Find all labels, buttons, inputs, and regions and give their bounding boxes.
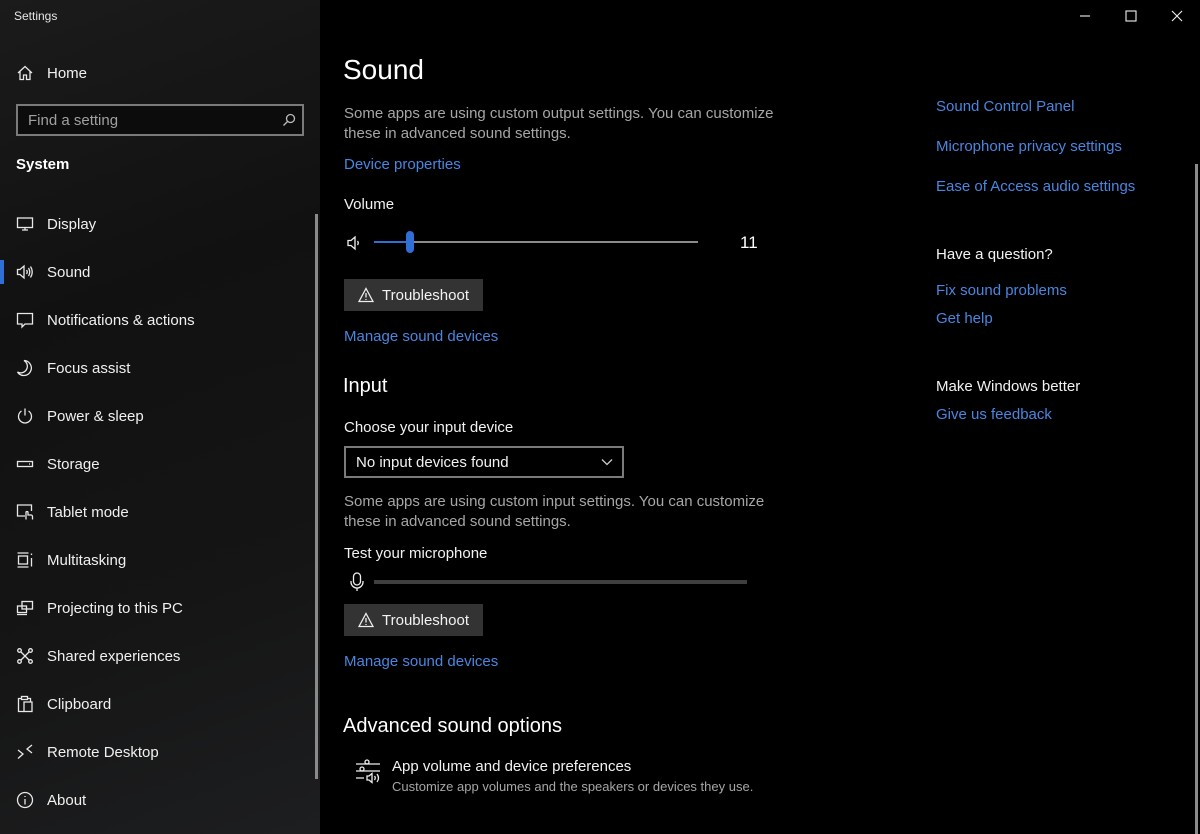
- maximize-icon: [1125, 10, 1137, 22]
- sidebar-item-shared-experiences[interactable]: Shared experiences: [0, 636, 310, 676]
- volume-value: 11: [740, 233, 758, 252]
- storage-icon: [16, 455, 34, 473]
- volume-icon[interactable]: [346, 234, 364, 252]
- output-description: Some apps are using custom output settin…: [344, 105, 774, 142]
- search-box[interactable]: [16, 104, 304, 136]
- close-button[interactable]: [1154, 0, 1200, 32]
- sidebar-item-multitasking[interactable]: Multitasking: [0, 540, 310, 580]
- sidebar-item-projecting[interactable]: Projecting to this PC: [0, 588, 310, 628]
- ease-of-access-audio-link[interactable]: Ease of Access audio settings: [936, 178, 1135, 195]
- sidebar-item-label: About: [47, 791, 87, 809]
- sidebar-item-label: Power & sleep: [47, 407, 144, 425]
- manage-output-devices-link[interactable]: Manage sound devices: [344, 328, 498, 345]
- volume-label: Volume: [344, 196, 395, 213]
- app-volume-title: App volume and device preferences: [392, 758, 632, 775]
- close-icon: [1171, 10, 1183, 22]
- display-icon: [16, 215, 34, 233]
- sidebar-item-label: Remote Desktop: [47, 743, 159, 761]
- warning-icon: [357, 612, 375, 628]
- page-title: Sound: [343, 54, 424, 85]
- test-microphone-label: Test your microphone: [344, 545, 488, 562]
- sidebar-home[interactable]: Home: [0, 56, 310, 90]
- device-properties-link[interactable]: Device properties: [344, 156, 461, 173]
- sidebar-item-clipboard[interactable]: Clipboard: [0, 684, 310, 724]
- sidebar-item-label: Multitasking: [47, 551, 127, 569]
- sidebar-scrollbar[interactable]: [315, 214, 318, 779]
- sidebar-item-label: Focus assist: [47, 359, 131, 377]
- input-device-dropdown[interactable]: No input devices found: [344, 446, 624, 478]
- sidebar-item-label: Notifications & actions: [47, 311, 195, 329]
- search-icon[interactable]: [276, 106, 302, 134]
- sidebar-home-label: Home: [47, 64, 88, 82]
- make-windows-better-heading: Make Windows better: [936, 378, 1081, 395]
- app-volume-preferences-item[interactable]: App volume and device preferences Custom…: [344, 756, 784, 800]
- sidebar-item-label: Projecting to this PC: [47, 599, 183, 617]
- clipboard-icon: [16, 695, 34, 713]
- sidebar-item-display[interactable]: Display: [0, 204, 310, 244]
- sidebar-item-remote-desktop[interactable]: Remote Desktop: [0, 732, 310, 772]
- sidebar-item-sound[interactable]: Sound: [0, 252, 310, 292]
- notification-icon: [16, 311, 34, 329]
- info-icon: [16, 791, 34, 809]
- tablet-mode-icon: [16, 503, 34, 521]
- choose-input-label: Choose your input device: [344, 419, 514, 436]
- main-content: Sound Some apps are using custom output …: [320, 0, 1200, 834]
- volume-fill: [374, 241, 410, 243]
- sidebar-item-label: Sound: [47, 263, 91, 281]
- moon-icon: [16, 359, 34, 377]
- sidebar: Settings Home System Display Sound Notif…: [0, 0, 320, 834]
- minimize-button[interactable]: [1062, 0, 1108, 32]
- input-troubleshoot-button[interactable]: Troubleshoot: [344, 604, 483, 636]
- sidebar-item-storage[interactable]: Storage: [0, 444, 310, 484]
- multitasking-icon: [16, 551, 34, 569]
- sidebar-item-label: Storage: [47, 455, 100, 473]
- troubleshoot-label: Troubleshoot: [382, 286, 469, 304]
- minimize-icon: [1080, 15, 1090, 17]
- app-volume-mixer-icon: [354, 758, 384, 788]
- microphone-privacy-link[interactable]: Microphone privacy settings: [936, 138, 1122, 155]
- sidebar-item-label: Clipboard: [47, 695, 112, 713]
- get-help-link[interactable]: Get help: [936, 310, 993, 327]
- maximize-button[interactable]: [1108, 0, 1154, 32]
- sidebar-item-power-sleep[interactable]: Power & sleep: [0, 396, 310, 436]
- app-title: Settings: [14, 9, 58, 23]
- volume-track: [374, 241, 698, 243]
- microphone-icon: [348, 572, 366, 592]
- microphone-level-bar: [374, 580, 747, 584]
- output-troubleshoot-button[interactable]: Troubleshoot: [344, 279, 483, 311]
- app-volume-subtitle: Customize app volumes and the speakers o…: [392, 779, 754, 794]
- search-input[interactable]: [18, 106, 276, 134]
- sidebar-item-label: Tablet mode: [47, 503, 129, 521]
- projecting-icon: [16, 599, 34, 617]
- shared-experiences-icon: [16, 647, 34, 665]
- input-heading: Input: [343, 375, 388, 397]
- have-a-question-heading: Have a question?: [936, 246, 1053, 263]
- sidebar-item-tablet-mode[interactable]: Tablet mode: [0, 492, 310, 532]
- remote-desktop-icon: [16, 743, 34, 761]
- main-scrollbar[interactable]: [1195, 164, 1198, 834]
- sidebar-item-label: Display: [47, 215, 97, 233]
- advanced-heading: Advanced sound options: [343, 715, 563, 737]
- sound-control-panel-link[interactable]: Sound Control Panel: [936, 98, 1074, 115]
- sidebar-item-focus-assist[interactable]: Focus assist: [0, 348, 310, 388]
- input-device-value: No input devices found: [356, 453, 509, 471]
- power-icon: [16, 407, 34, 425]
- speaker-icon: [16, 263, 34, 281]
- warning-icon: [357, 287, 375, 303]
- sidebar-item-notifications[interactable]: Notifications & actions: [0, 300, 310, 340]
- volume-slider[interactable]: [374, 230, 698, 254]
- home-icon: [16, 64, 34, 82]
- manage-input-devices-link[interactable]: Manage sound devices: [344, 653, 498, 670]
- fix-sound-problems-link[interactable]: Fix sound problems: [936, 282, 1067, 299]
- sidebar-item-about[interactable]: About: [0, 780, 310, 820]
- chevron-down-icon: [592, 458, 622, 466]
- give-feedback-link[interactable]: Give us feedback: [936, 406, 1052, 423]
- section-title: System: [16, 156, 70, 173]
- input-description: Some apps are using custom input setting…: [344, 493, 765, 530]
- sidebar-item-label: Shared experiences: [47, 647, 181, 665]
- volume-thumb[interactable]: [405, 231, 414, 253]
- troubleshoot-label: Troubleshoot: [382, 611, 469, 629]
